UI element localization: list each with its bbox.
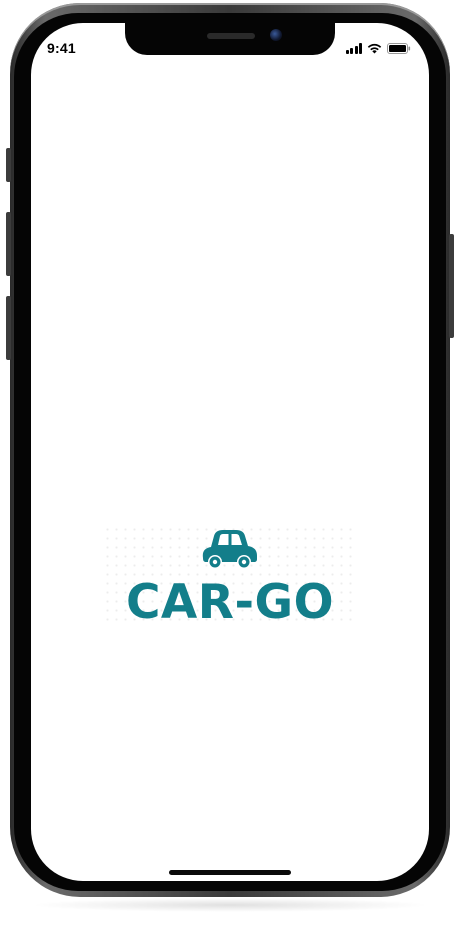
status-time: 9:41	[47, 40, 76, 56]
volume-up-button	[6, 212, 11, 276]
app-logo-text: CAR-GO	[125, 575, 335, 630]
car-icon	[202, 530, 257, 569]
device-shadow	[30, 898, 430, 912]
notch	[125, 23, 335, 55]
wifi-icon	[367, 43, 382, 54]
device-mockup: 9:41 CAR-GO	[0, 0, 460, 930]
home-indicator[interactable]	[169, 870, 291, 875]
cellular-signal-icon	[345, 43, 362, 54]
app-screen: 9:41 CAR-GO	[31, 23, 429, 881]
earpiece-speaker	[207, 33, 255, 39]
silent-switch	[6, 148, 11, 182]
volume-down-button	[6, 296, 11, 360]
power-button	[449, 234, 454, 338]
status-icons	[345, 42, 412, 54]
battery-icon	[387, 43, 411, 54]
front-camera	[270, 29, 282, 41]
